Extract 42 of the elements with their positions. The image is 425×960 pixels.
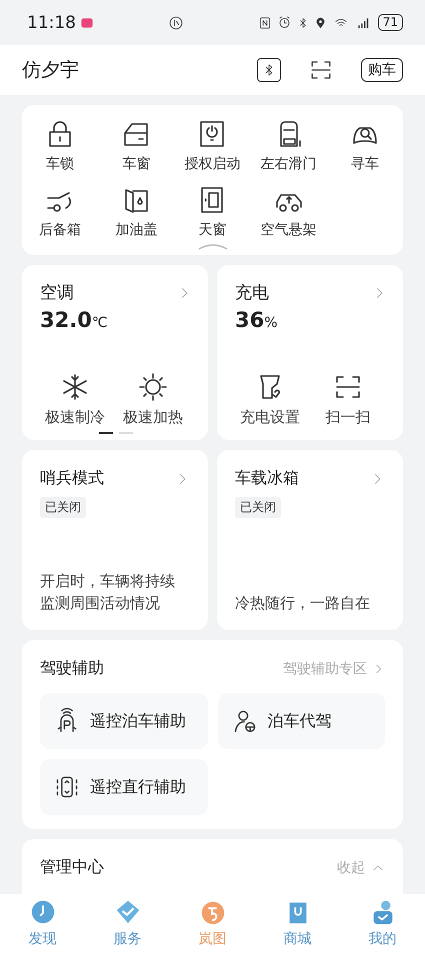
straight-remote-icon xyxy=(54,774,80,800)
card-title: 空调 xyxy=(40,282,74,304)
status-tag: 已关闭 xyxy=(235,497,281,518)
action-button[interactable]: 扫一扫 xyxy=(309,372,387,427)
alarm-icon xyxy=(276,15,292,30)
location-icon xyxy=(314,16,327,30)
quick-control-button[interactable]: 车锁 xyxy=(22,119,98,173)
sun-icon xyxy=(138,372,168,402)
action-button[interactable]: 充电设置 xyxy=(231,372,309,427)
nfc-icon xyxy=(258,16,272,30)
buy-car-button[interactable]: 购车 xyxy=(361,58,403,82)
unit-label: % xyxy=(264,315,278,331)
clock-time: 11:18 xyxy=(27,12,76,32)
notification-icon xyxy=(80,16,94,30)
card-title: 车载冰箱 xyxy=(235,468,299,489)
car-name: 仿夕宇 xyxy=(22,58,80,83)
reading-value: 32.0 xyxy=(40,308,92,332)
quick-control-button[interactable]: 加油盖 xyxy=(98,185,174,239)
action-button[interactable]: 极速制冷 xyxy=(36,372,114,427)
quick-control-button[interactable]: 授权启动 xyxy=(174,119,251,173)
battery-level: 71 xyxy=(378,14,403,31)
card-title: 充电 xyxy=(235,282,269,304)
quick-control-button[interactable]: 空气悬架 xyxy=(250,185,327,239)
quick-control-button[interactable]: 左右滑门 xyxy=(250,119,327,173)
quick-control-button[interactable]: 车窗 xyxy=(98,119,174,173)
unit-label: ℃ xyxy=(92,315,108,331)
snowflake-icon xyxy=(60,372,90,402)
action-button[interactable]: 极速加热 xyxy=(114,372,192,427)
assist-feature-button[interactable]: 泊车代驾 xyxy=(218,693,385,749)
card-description: 冷热随行，一路自在 xyxy=(235,593,371,614)
card-title: 哨兵模式 xyxy=(40,468,104,489)
reading-value: 36 xyxy=(235,308,264,332)
section-title: 驾驶辅助 xyxy=(40,658,105,679)
bluetooth-button[interactable] xyxy=(257,58,281,82)
quick-control-button[interactable]: 天窗 xyxy=(174,185,251,239)
card-description: 开启时，车辆将持续监测周围活动情况 xyxy=(40,571,176,614)
assist-feature-button[interactable]: 遥控泊车辅助 xyxy=(40,693,208,749)
quick-control-button[interactable]: 寻车 xyxy=(326,119,403,173)
assist-feature-button[interactable]: 遥控直行辅助 xyxy=(40,759,208,815)
quick-control-button[interactable]: 后备箱 xyxy=(22,185,98,239)
section-title: 管理中心 xyxy=(40,857,105,878)
status-tag: 已关闭 xyxy=(40,497,86,518)
